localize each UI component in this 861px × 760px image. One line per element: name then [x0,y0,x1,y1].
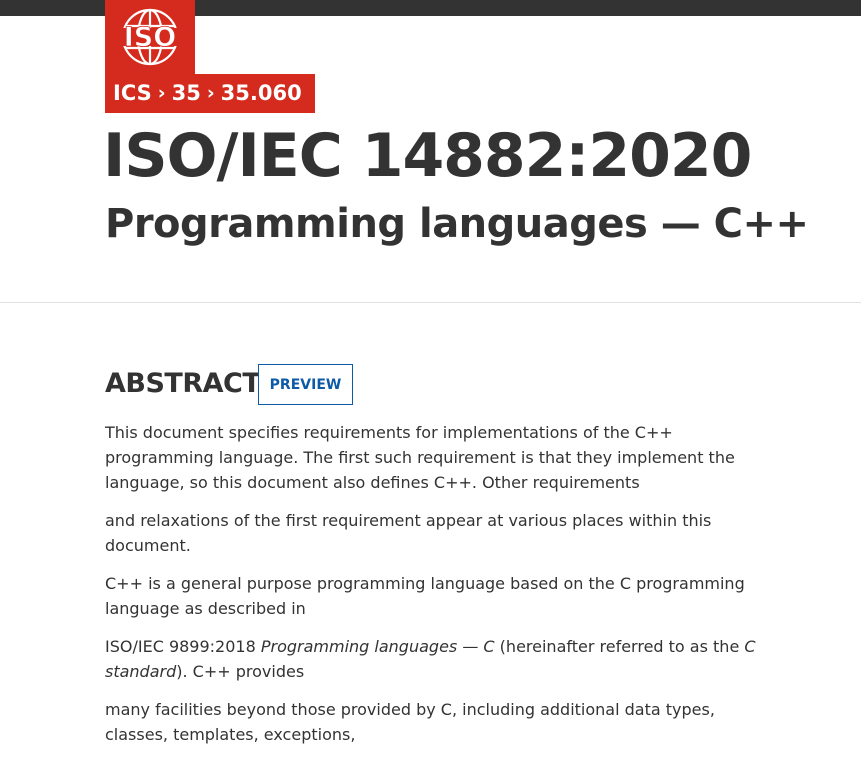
abstract-paragraph: C++ is a general purpose programming lan… [105,574,745,618]
abstract-body: This document specifies requirements for… [105,420,775,760]
abstract-citation: Programming languages — C [260,637,495,656]
section-divider [0,302,861,303]
abstract-text: (hereinafter referred to as the [494,637,745,656]
page-subtitle: Programming languages — C++ [105,201,809,247]
abstract-paragraph: and relaxations of the first requirement… [105,511,712,555]
abstract-paragraph: ISO/IEC 9899:2018 Programming languages … [105,634,775,684]
abstract-paragraph: This document specifies requirements for… [105,423,735,492]
breadcrumb-ics[interactable]: ICS [113,74,152,113]
abstract-paragraph: many facilities beyond those provided by… [105,700,715,744]
iso-logo[interactable]: ISO [105,0,195,74]
logo-text: ISO [124,22,176,53]
abstract-text: ). C++ provides [176,662,305,681]
breadcrumb-35[interactable]: 35 [172,74,201,113]
preview-button[interactable]: PREVIEW [258,364,353,405]
chevron-right-icon: › [206,82,215,104]
abstract-heading: ABSTRACT [105,368,261,399]
page-title: ISO/IEC 14882:2020 [103,121,752,191]
chevron-right-icon: › [157,82,166,104]
breadcrumb-35-060[interactable]: 35.060 [221,74,302,113]
abstract-text: ISO/IEC 9899:2018 [105,637,261,656]
iso-logo-mark: ISO [115,8,185,66]
breadcrumb: ICS › 35 › 35.060 [105,74,315,113]
